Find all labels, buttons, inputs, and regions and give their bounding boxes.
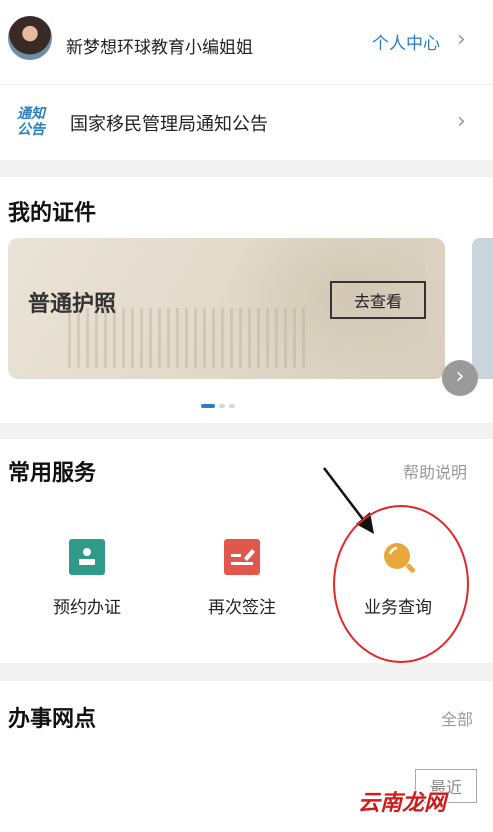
user-name: 新梦想环球教育小编姐姐 [66,38,253,58]
carousel-dot [229,404,235,408]
service-label: 预约办证 [53,598,121,618]
chevron-right-icon[interactable]: › [457,109,466,134]
watermark-logo: 云南龙网 [358,791,447,816]
service-re-endorse[interactable]: 再次签注 [187,539,297,618]
user-header: 新梦想环球教育小编姐姐 个人中心 › [0,0,493,84]
next-document-card[interactable] [472,238,493,379]
carousel-dot [219,404,225,408]
view-passport-button[interactable]: 去查看 [330,281,426,319]
avatar[interactable] [8,16,52,60]
id-card-icon [69,539,105,575]
annotation-circle [333,505,469,663]
service-appointment[interactable]: 预约办证 [32,539,142,618]
sign-pen-icon [224,539,260,575]
all-outlets-link[interactable]: 全部 [441,706,473,730]
service-label: 再次签注 [208,598,276,618]
chevron-right-icon[interactable]: › [457,27,466,52]
carousel-dot-active [201,404,215,408]
carousel-next-icon[interactable]: › [442,360,478,396]
notice-bar[interactable]: 通知 公告 国家移民管理局通知公告 › [0,85,493,160]
my-documents-section: 我的证件 普通护照 去查看 › [0,177,493,423]
section-title-services: 常用服务 [8,461,97,486]
notice-text[interactable]: 国家移民管理局通知公告 [70,110,268,136]
help-link[interactable]: 帮助说明 [403,459,467,483]
passport-card[interactable]: 普通护照 去查看 [8,238,445,379]
notice-badge-line1: 通知 [17,106,45,122]
personal-center-link[interactable]: 个人中心 [372,29,440,54]
section-title-documents: 我的证件 [8,201,97,226]
notice-badge-line2: 公告 [17,122,45,138]
section-title-outlets: 办事网点 [8,707,97,732]
notice-badge-icon: 通知 公告 [14,106,48,138]
passport-title: 普通护照 [28,292,117,317]
